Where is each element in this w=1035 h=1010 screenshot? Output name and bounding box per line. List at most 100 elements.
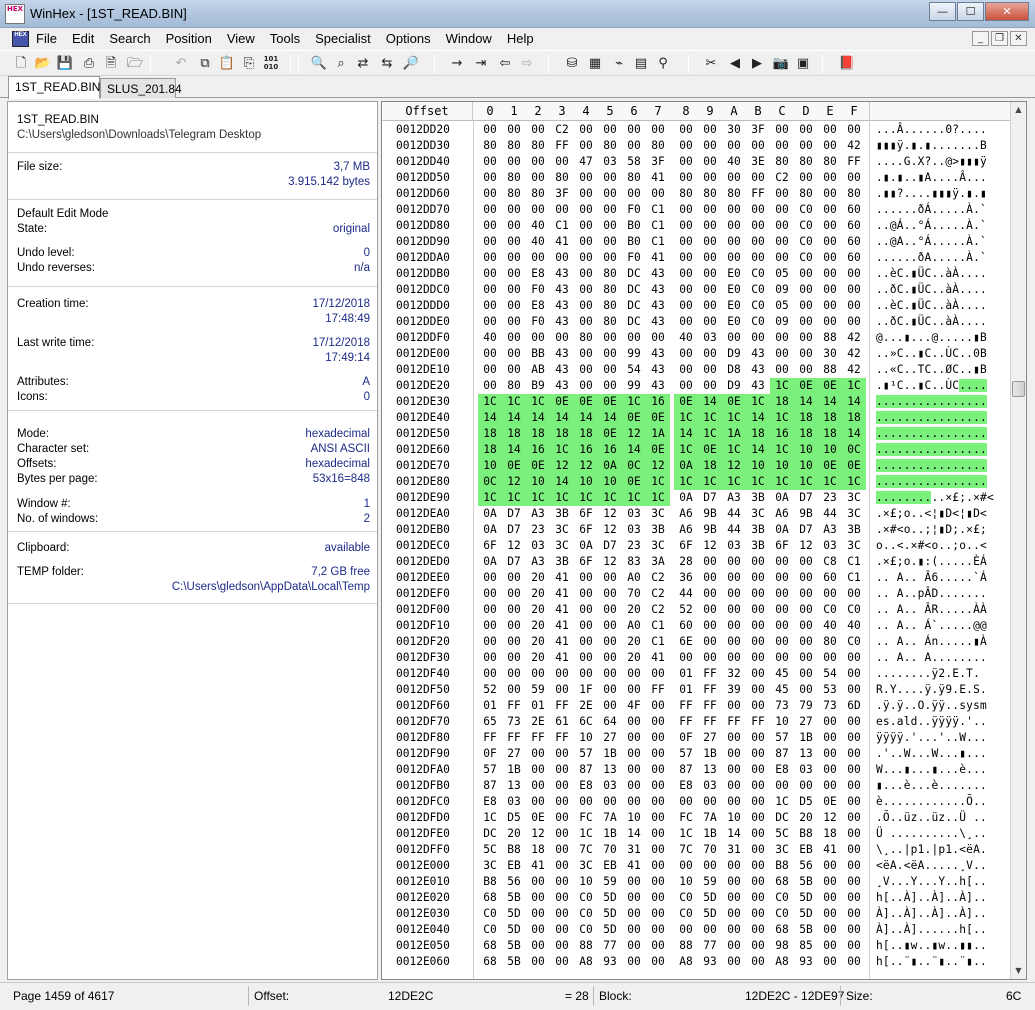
hex-byte[interactable]: 77 bbox=[698, 938, 722, 954]
calculator-icon[interactable]: ▤ bbox=[632, 55, 650, 73]
hex-byte[interactable]: 00 bbox=[598, 682, 622, 698]
hex-byte[interactable]: 00 bbox=[478, 250, 502, 266]
hex-byte[interactable]: 00 bbox=[698, 170, 722, 186]
replace-hex-icon[interactable]: ⇆ bbox=[378, 55, 396, 73]
hex-byte[interactable]: 00 bbox=[550, 922, 574, 938]
hex-row[interactable]: 0012DF10 00 00 20 41 00 00 A0 C1 60 00 00 00 00 00 40 40… bbox=[382, 618, 1012, 634]
hex-row[interactable]: 0012DD20 00 00 00 C2 00 00 00 00 00 00 30 3F 00 00 00 00… bbox=[382, 122, 1012, 138]
hex-byte[interactable]: 00 bbox=[646, 746, 670, 762]
ascii-text[interactable]: ¸V...Y...Y..h[.. bbox=[876, 874, 1006, 890]
hex-byte[interactable]: 00 bbox=[746, 554, 770, 570]
hex-byte[interactable]: 80 bbox=[574, 330, 598, 346]
hex-byte[interactable]: 05 bbox=[770, 298, 794, 314]
hex-byte[interactable]: EB bbox=[598, 858, 622, 874]
hex-byte[interactable]: 00 bbox=[818, 778, 842, 794]
hex-byte[interactable]: 00 bbox=[842, 890, 866, 906]
hex-byte[interactable]: 00 bbox=[646, 890, 670, 906]
hex-byte[interactable]: 40 bbox=[674, 330, 698, 346]
hex-byte[interactable]: 00 bbox=[622, 906, 646, 922]
hex-byte[interactable]: 00 bbox=[478, 346, 502, 362]
ascii-text[interactable]: ..«C..TC..ØC..▮B bbox=[876, 362, 1006, 378]
hex-byte[interactable]: 79 bbox=[794, 698, 818, 714]
hex-byte[interactable]: C2 bbox=[646, 570, 670, 586]
hex-byte[interactable]: 0E bbox=[526, 810, 550, 826]
hex-byte[interactable]: 00 bbox=[502, 682, 526, 698]
hex-byte[interactable]: 00 bbox=[598, 330, 622, 346]
hex-byte[interactable]: DC bbox=[622, 314, 646, 330]
hex-byte[interactable]: 6F bbox=[674, 538, 698, 554]
ascii-text[interactable]: ...Â......0?.... bbox=[876, 122, 1006, 138]
hex-byte[interactable]: 14 bbox=[722, 826, 746, 842]
hex-byte[interactable]: 00 bbox=[818, 890, 842, 906]
hex-byte[interactable]: 43 bbox=[550, 266, 574, 282]
prev-page-icon[interactable]: ◀ bbox=[726, 55, 744, 73]
hex-byte[interactable]: 00 bbox=[722, 602, 746, 618]
hex-byte[interactable]: 00 bbox=[722, 170, 746, 186]
hex-byte[interactable]: 70 bbox=[698, 842, 722, 858]
hex-row[interactable]: 0012DD90 00 00 40 41 00 00 B0 C1 00 00 00 00 00 C0 00 60… bbox=[382, 234, 1012, 250]
hex-byte[interactable]: A8 bbox=[574, 954, 598, 970]
hex-byte[interactable]: 18 bbox=[698, 458, 722, 474]
hex-byte[interactable]: 0E bbox=[842, 458, 866, 474]
undo-icon[interactable]: ↶ bbox=[172, 55, 190, 73]
hex-byte[interactable]: 00 bbox=[722, 234, 746, 250]
ascii-text[interactable]: ................ bbox=[876, 458, 1006, 474]
hex-byte[interactable]: 00 bbox=[698, 314, 722, 330]
hex-byte[interactable]: 00 bbox=[502, 250, 526, 266]
hex-byte[interactable]: 00 bbox=[818, 858, 842, 874]
hex-byte[interactable]: 00 bbox=[598, 618, 622, 634]
hex-byte[interactable]: 41 bbox=[646, 650, 670, 666]
hex-byte[interactable]: 1C bbox=[622, 394, 646, 410]
hex-byte[interactable]: 1B bbox=[502, 762, 526, 778]
ascii-text[interactable]: ................ bbox=[876, 426, 1006, 442]
hex-byte[interactable]: 00 bbox=[550, 794, 574, 810]
hex-byte[interactable]: 5D bbox=[598, 922, 622, 938]
ascii-text[interactable]: es.ald..ÿÿÿÿ.'.. bbox=[876, 714, 1006, 730]
hex-byte[interactable]: 00 bbox=[842, 170, 866, 186]
hex-byte[interactable]: 00 bbox=[818, 218, 842, 234]
hex-byte[interactable]: 00 bbox=[478, 282, 502, 298]
hex-byte[interactable]: 5D bbox=[698, 906, 722, 922]
hex-byte[interactable]: 5D bbox=[598, 890, 622, 906]
hex-byte[interactable]: 5C bbox=[770, 826, 794, 842]
hex-byte[interactable]: 00 bbox=[770, 346, 794, 362]
hex-byte[interactable]: 1C bbox=[478, 810, 502, 826]
hex-row[interactable]: 0012DF30 00 00 20 41 00 00 20 41 00 00 00 00 00 00 00 00… bbox=[382, 650, 1012, 666]
hex-byte[interactable]: 00 bbox=[674, 650, 698, 666]
close-button[interactable]: ✕ bbox=[985, 2, 1029, 21]
hex-byte[interactable]: 44 bbox=[818, 506, 842, 522]
hex-byte[interactable]: 80 bbox=[622, 170, 646, 186]
hex-byte[interactable]: C2 bbox=[646, 586, 670, 602]
hex-byte[interactable]: 00 bbox=[722, 570, 746, 586]
hex-byte[interactable]: 00 bbox=[526, 746, 550, 762]
hex-row[interactable]: 0012DE90 1C 1C 1C 1C 1C 1C 1C 1C 0A D7 A3 3B 0A D7 23 3C… bbox=[382, 490, 1012, 506]
hex-byte[interactable]: 00 bbox=[674, 234, 698, 250]
hex-byte[interactable]: 43 bbox=[550, 362, 574, 378]
hex-byte[interactable]: 00 bbox=[646, 906, 670, 922]
document-icon[interactable]: HEX bbox=[12, 31, 29, 47]
hex-byte[interactable]: 40 bbox=[478, 330, 502, 346]
hex-byte[interactable]: 00 bbox=[646, 762, 670, 778]
hex-byte[interactable]: 57 bbox=[478, 762, 502, 778]
hex-byte[interactable]: 1C bbox=[770, 474, 794, 490]
hex-byte[interactable]: 10 bbox=[794, 458, 818, 474]
hex-byte[interactable]: 00 bbox=[722, 250, 746, 266]
hex-byte[interactable]: 87 bbox=[674, 762, 698, 778]
hex-byte[interactable]: 00 bbox=[722, 746, 746, 762]
hex-row[interactable]: 0012E060 68 5B 00 00 A8 93 00 00 A8 93 00 00 A8 93 00 00… bbox=[382, 954, 1012, 970]
hex-byte[interactable]: 80 bbox=[502, 186, 526, 202]
hex-byte[interactable]: 80 bbox=[550, 170, 574, 186]
hex-byte[interactable]: C0 bbox=[770, 906, 794, 922]
hex-byte[interactable]: F0 bbox=[622, 250, 646, 266]
hex-byte[interactable]: 00 bbox=[770, 138, 794, 154]
find-text-icon[interactable]: 🔍 bbox=[310, 55, 328, 73]
hex-byte[interactable]: 00 bbox=[674, 298, 698, 314]
hex-byte[interactable]: 00 bbox=[770, 554, 794, 570]
hex-byte[interactable]: 2E bbox=[526, 714, 550, 730]
hex-byte[interactable]: 00 bbox=[794, 282, 818, 298]
hex-byte[interactable]: E8 bbox=[674, 778, 698, 794]
hex-byte[interactable]: A6 bbox=[674, 522, 698, 538]
hex-byte[interactable]: 00 bbox=[550, 330, 574, 346]
hex-byte[interactable]: 00 bbox=[574, 794, 598, 810]
hex-byte[interactable]: 00 bbox=[698, 138, 722, 154]
